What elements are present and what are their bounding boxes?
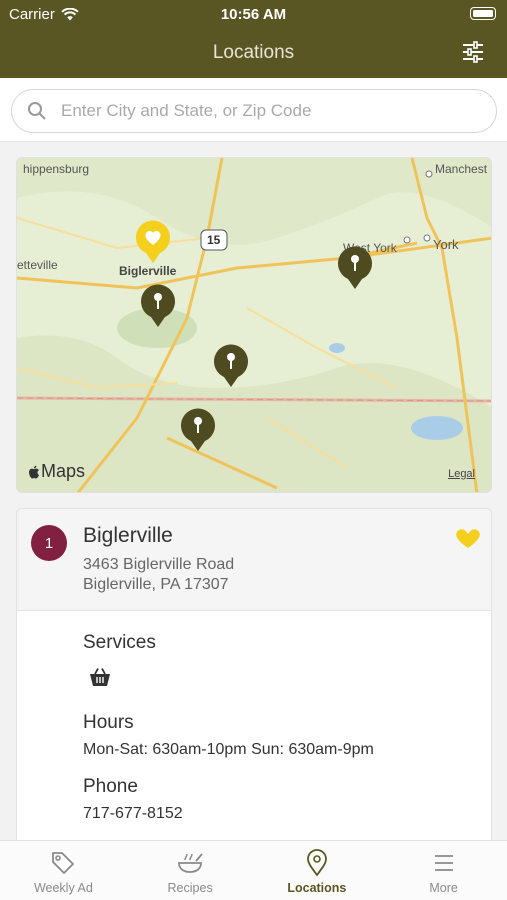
services-label: Services bbox=[83, 632, 156, 653]
tab-bar: Weekly Ad Recipes Locations More bbox=[0, 840, 507, 900]
location-pin[interactable] bbox=[213, 344, 249, 388]
maps-label: Maps bbox=[41, 461, 86, 481]
hours-label: Hours bbox=[83, 712, 134, 733]
map-label-york: York bbox=[433, 237, 459, 252]
filter-icon[interactable] bbox=[461, 40, 485, 64]
top-bar: Carrier 10:56 AM Locations bbox=[0, 0, 507, 78]
map-label-manchester: Manchest bbox=[435, 162, 488, 176]
tab-locations[interactable]: Locations bbox=[254, 841, 381, 900]
location-name: Biglerville bbox=[83, 524, 173, 547]
page-title: Locations bbox=[212, 42, 295, 63]
search-input[interactable] bbox=[61, 101, 461, 121]
clock: 10:56 AM bbox=[220, 6, 287, 23]
menu-icon bbox=[434, 855, 453, 871]
search-icon bbox=[28, 102, 46, 120]
selected-location-pin[interactable] bbox=[135, 220, 171, 264]
address-line-2: Biglerville, PA 17307 bbox=[83, 576, 229, 593]
route-15-label: 15 bbox=[207, 233, 221, 247]
location-pin[interactable] bbox=[140, 284, 176, 328]
tag-icon bbox=[52, 852, 75, 874]
search-field[interactable] bbox=[11, 89, 497, 133]
location-header[interactable]: 1 Biglerville 3463 Biglerville Road Bigl… bbox=[17, 509, 491, 611]
map-label-shippensburg: hippensburg bbox=[23, 162, 90, 176]
map-label-fayetteville: etteville bbox=[17, 258, 58, 272]
legal-link[interactable]: Legal bbox=[448, 468, 475, 480]
tab-more[interactable]: More bbox=[380, 841, 507, 900]
apple-logo-icon bbox=[29, 465, 39, 478]
status-bar: Carrier 10:56 AM bbox=[0, 0, 507, 28]
hours-value: Mon-Sat: 630am-10pm Sun: 630am-9pm bbox=[83, 741, 374, 758]
location-card[interactable]: 1 Biglerville 3463 Biglerville Road Bigl… bbox=[16, 508, 492, 868]
tab-recipes[interactable]: Recipes bbox=[127, 841, 254, 900]
maps-attribution: Maps bbox=[27, 461, 85, 482]
phone-label: Phone bbox=[83, 776, 138, 797]
location-pin[interactable] bbox=[337, 246, 373, 290]
tab-weekly-ad[interactable]: Weekly Ad bbox=[0, 841, 127, 900]
tab-label: Weekly Ad bbox=[33, 881, 93, 895]
search-bar-container bbox=[0, 78, 507, 142]
shopping-basket-icon bbox=[90, 668, 110, 686]
phone-value[interactable]: 717-677-8152 bbox=[83, 805, 183, 823]
tab-label: Locations bbox=[287, 881, 347, 895]
address-line-1: 3463 Biglerville Road bbox=[83, 556, 235, 573]
map-label-biglerville: Biglerville bbox=[119, 264, 177, 278]
tab-label: Recipes bbox=[167, 881, 213, 895]
map-background bbox=[17, 158, 491, 492]
tab-label: More bbox=[429, 881, 458, 895]
map-pin-icon bbox=[306, 849, 327, 877]
bowl-icon bbox=[178, 853, 203, 873]
favorite-heart-icon[interactable] bbox=[455, 527, 481, 549]
location-number-badge: 1 bbox=[31, 525, 67, 561]
locations-map[interactable]: hippensburg Manchest etteville Biglervil… bbox=[16, 157, 492, 493]
battery-icon bbox=[470, 7, 496, 20]
location-pin[interactable] bbox=[180, 408, 216, 452]
